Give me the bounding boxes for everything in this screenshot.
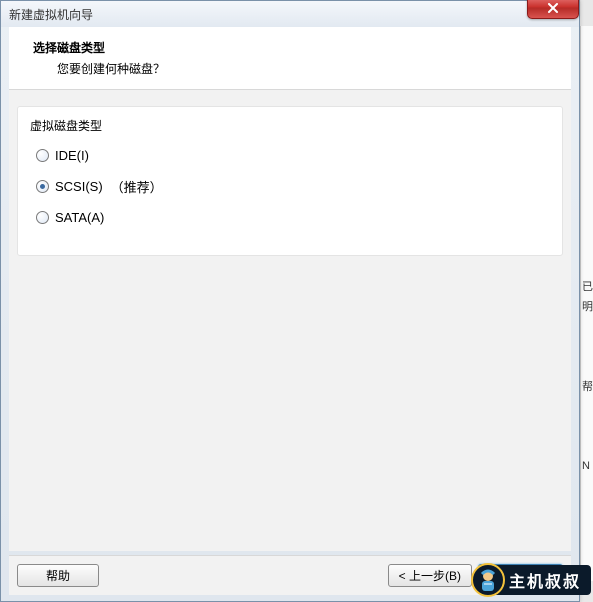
peek-text: 已 [582,278,593,294]
titlebar: 新建虚拟机向导 [1,1,579,27]
radio-label: IDE(I) [55,148,89,163]
back-button[interactable]: < 上一步(B) [388,564,472,587]
radio-option-ide[interactable]: IDE(I) [36,148,550,163]
radio-option-scsi[interactable]: SCSI(S) （推荐） [36,177,550,196]
radio-label: SCSI(S) [55,179,103,194]
watermark-text: 主机叔叔 [495,565,591,595]
header-subtitle: 您要创建何种磁盘？ [33,60,547,77]
close-button[interactable] [527,0,579,19]
group-label: 虚拟磁盘类型 [30,117,550,134]
radio-icon [36,149,49,162]
radio-icon [36,180,49,193]
peek-text: 帮 [582,378,593,394]
wizard-window: 新建虚拟机向导 选择磁盘类型 您要创建何种磁盘？ 虚拟磁盘类型 IDE(I) S… [0,0,580,602]
button-label: 帮助 [46,567,70,584]
help-button[interactable]: 帮助 [17,564,99,587]
peek-text: 明 [582,298,593,314]
watermark: 主机叔叔 [471,562,591,598]
button-label: < 上一步(B) [399,567,461,584]
recommended-label: （推荐） [111,177,163,196]
radio-icon [36,211,49,224]
watermark-logo [471,563,505,597]
radio-option-sata[interactable]: SATA(A) [36,210,550,225]
close-icon [547,3,559,13]
wizard-header: 选择磁盘类型 您要创建何种磁盘？ [9,27,571,90]
header-title: 选择磁盘类型 [33,39,547,56]
peek-text: N [582,460,593,472]
window-title: 新建虚拟机向导 [9,6,93,23]
radio-label: SATA(A) [55,210,104,225]
mascot-icon [474,566,502,594]
disk-type-group: 虚拟磁盘类型 IDE(I) SCSI(S) （推荐） SATA(A) [17,106,563,256]
wizard-content: 虚拟磁盘类型 IDE(I) SCSI(S) （推荐） SATA(A) [9,90,571,551]
